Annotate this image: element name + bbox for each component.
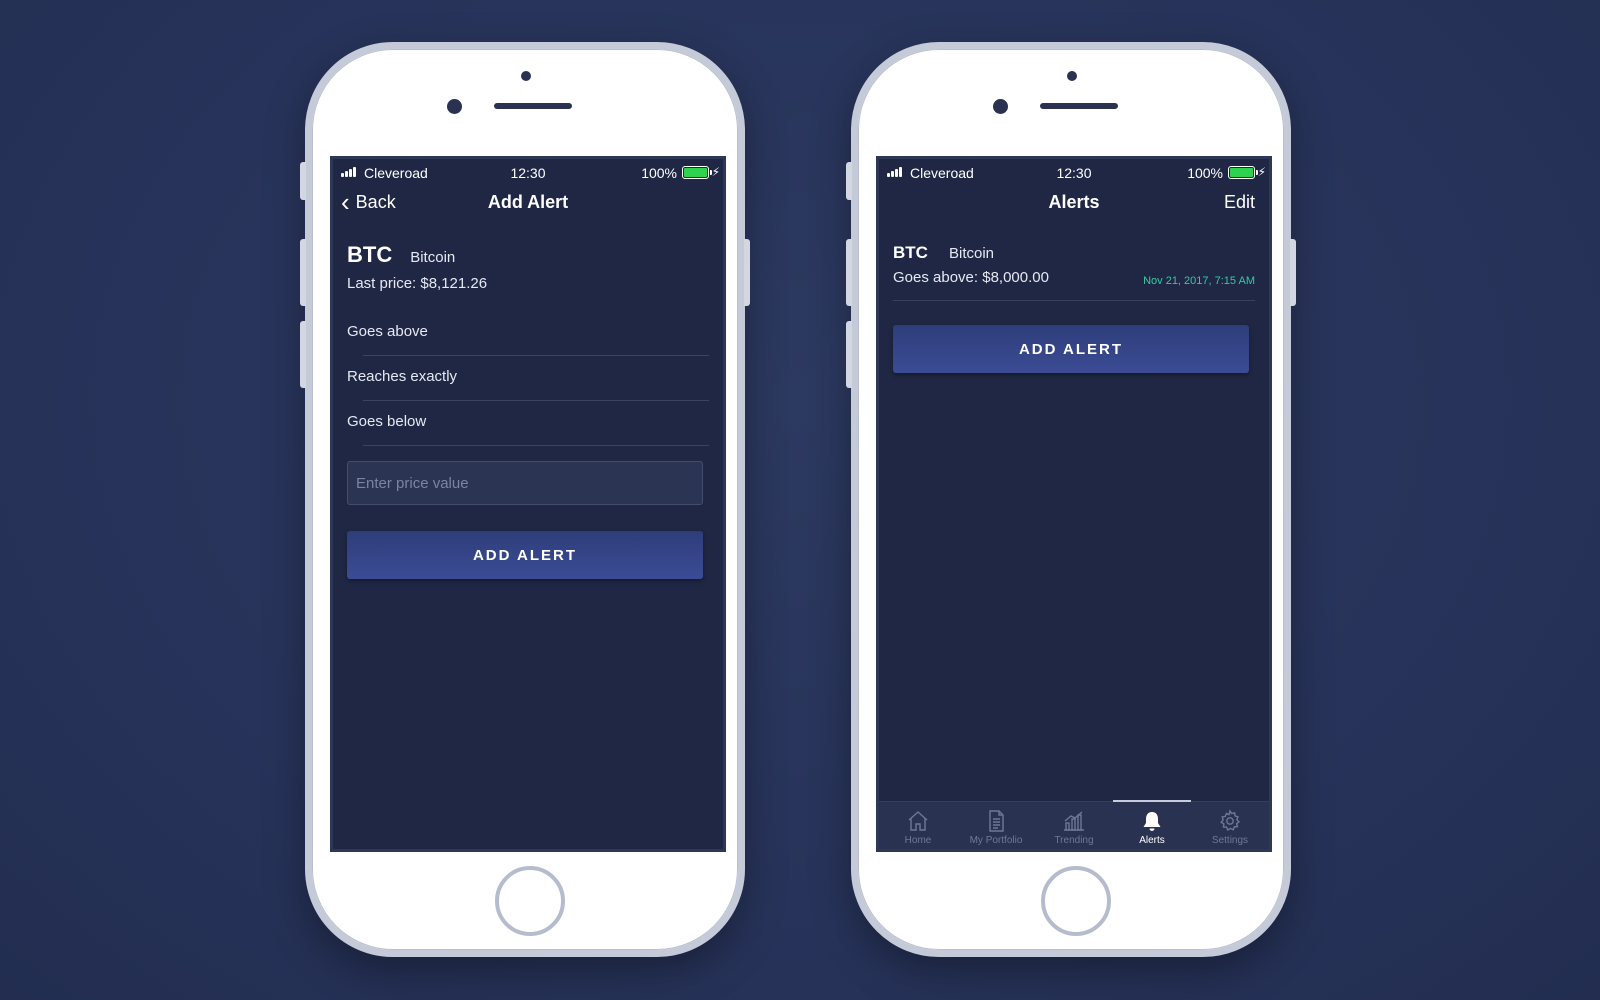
proximity-sensor [521,71,531,81]
option-label: Reaches exactly [347,368,458,385]
tab-label: My Portfolio [969,835,1023,846]
option-label: Goes below [347,413,427,430]
last-price: Last price: $8,121.26 [347,275,488,292]
mute-switch [300,162,306,200]
navigation-bar: ‹ Back Add Alert [333,187,723,223]
battery-icon [682,166,712,179]
tab-label: Settings [1211,835,1249,846]
alerts-screen: Cleveroad 12:30 100% ⚡︎ Alerts Edit BTC … [876,156,1272,852]
earpiece-speaker [494,103,572,109]
phone-alerts: Cleveroad 12:30 100% ⚡︎ Alerts Edit BTC … [846,42,1296,957]
battery-percent: 100% [641,165,677,181]
front-camera [993,99,1008,114]
status-bar: Cleveroad 12:30 100% ⚡︎ [333,159,723,187]
page-title: Alerts [1048,192,1100,212]
tab-label: Trending [1054,835,1094,846]
charging-icon: ⚡︎ [711,165,720,179]
alert-list-item[interactable]: BTC Bitcoin Goes above: $8,000.00 Nov 21… [893,237,1255,301]
bar-chart-icon [1064,811,1084,831]
battery-icon [1228,166,1258,179]
gear-icon [1220,809,1241,832]
navigation-bar: Alerts Edit [879,187,1269,223]
home-icon [908,811,928,831]
edit-button[interactable]: Edit [1224,192,1255,213]
phone-add-alert: Cleveroad 12:30 100% ⚡︎ ‹ Back Add Alert… [300,42,750,957]
alert-coin-name: Bitcoin [949,245,995,262]
document-icon [989,810,1004,832]
tab-label: Home [904,835,932,846]
tab-bar: Home My Portfolio Trending Alerts Settin… [879,800,1269,849]
tab-alerts[interactable]: Alerts [1113,800,1191,849]
status-bar: Cleveroad 12:30 100% ⚡︎ [879,159,1269,187]
alert-condition: Goes above: $8,000.00 [893,269,1049,286]
tab-my-portfolio[interactable]: My Portfolio [957,802,1035,849]
home-button [1041,866,1111,936]
mute-switch [846,162,852,200]
option-label: Goes above [347,323,428,340]
coin-header: BTC Bitcoin [347,242,455,268]
add-alert-button[interactable]: ADD ALERT [893,325,1249,373]
add-alert-button[interactable]: ADD ALERT [347,531,703,579]
bell-icon [1143,812,1161,831]
earpiece-speaker [1040,103,1118,109]
volume-up-button [846,239,852,306]
power-button [744,239,750,306]
page-title: Add Alert [487,192,569,212]
front-camera [447,99,462,114]
volume-down-button [846,321,852,388]
tab-trending[interactable]: Trending [1035,802,1113,849]
charging-icon: ⚡︎ [1257,165,1266,179]
proximity-sensor [1067,71,1077,81]
price-value-input[interactable] [347,461,703,505]
option-reaches-exactly[interactable]: Reaches exactly [347,355,709,401]
option-goes-below[interactable]: Goes below [347,400,709,446]
alert-date: Nov 21, 2017, 7:15 AM [1143,275,1255,287]
option-goes-above[interactable]: Goes above [347,310,709,356]
volume-down-button [300,321,306,388]
coin-name: Bitcoin [410,249,456,266]
add-alert-screen: Cleveroad 12:30 100% ⚡︎ ‹ Back Add Alert… [330,156,726,852]
alert-coin-symbol: BTC [893,243,928,262]
home-button [495,866,565,936]
power-button [1290,239,1296,306]
coin-symbol: BTC [347,242,393,267]
volume-up-button [300,239,306,306]
tab-settings[interactable]: Settings [1191,802,1269,849]
tab-home[interactable]: Home [879,802,957,849]
battery-percent: 100% [1187,165,1223,181]
tab-label: Alerts [1139,835,1165,846]
